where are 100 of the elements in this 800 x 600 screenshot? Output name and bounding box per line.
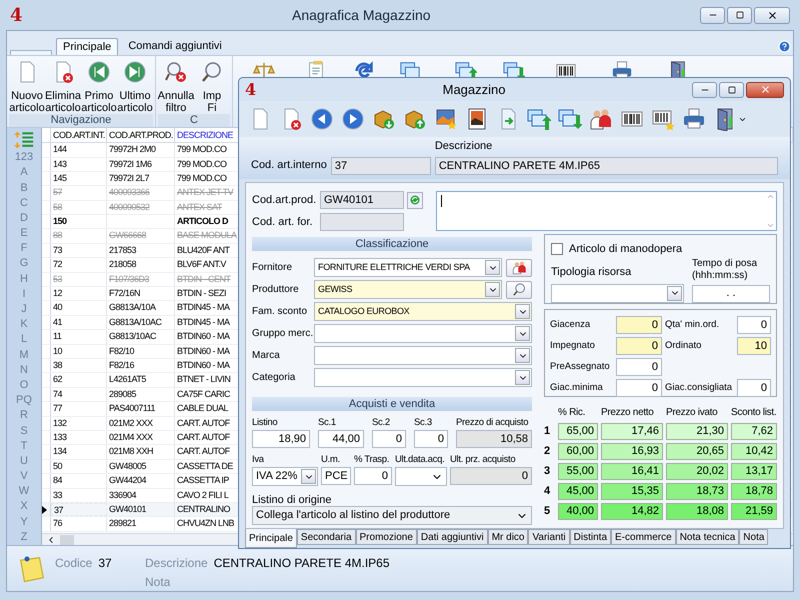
tab[interactable]: Mr dico: [488, 529, 528, 545]
maximize-button[interactable]: [719, 82, 744, 98]
tab[interactable]: E-commerce: [611, 529, 676, 545]
input-field[interactable]: 0: [354, 467, 392, 485]
dropdown-field[interactable]: CATALOGO EUROBOX: [314, 302, 532, 321]
table-cell: 38: [51, 358, 107, 372]
field-label: Categoria: [252, 371, 296, 385]
quantity-field[interactable]: 0: [616, 379, 662, 397]
ribbon-tab[interactable]: Comandi aggiuntivi: [122, 38, 228, 56]
scrollbar-thumb[interactable]: [60, 534, 74, 544]
close-button[interactable]: [754, 6, 790, 24]
tab[interactable]: Secondaria: [296, 529, 356, 545]
input-field[interactable]: PCE: [321, 467, 351, 485]
input-field[interactable]: 0: [372, 430, 406, 448]
tab[interactable]: Varianti: [528, 529, 570, 545]
field-label: Qta' min.ord.: [665, 318, 720, 332]
window-title: Anagrafica Magazzino: [291, 6, 432, 25]
ribbon-button[interactable]: Ultimo articolo: [117, 56, 153, 114]
readonly-field[interactable]: 10,58: [456, 430, 532, 448]
ribbon-button[interactable]: Imp Fi: [194, 56, 230, 114]
price-field[interactable]: 18,73: [666, 483, 728, 500]
price-field[interactable]: 55,00: [558, 463, 598, 480]
table-cell: 37: [51, 502, 107, 516]
price-field[interactable]: 14,82: [601, 503, 663, 520]
search-button[interactable]: [506, 280, 532, 298]
tab[interactable]: Promozione: [356, 529, 417, 545]
description-field[interactable]: CENTRALINO PARETE 4M.IP65: [434, 157, 778, 175]
quantity-field[interactable]: 0: [737, 379, 771, 397]
ribbon-button[interactable]: Annulla filtro: [158, 56, 194, 114]
table-cell: 145: [51, 172, 107, 186]
checkbox[interactable]: [551, 243, 563, 256]
quantity-field[interactable]: 0: [616, 337, 662, 355]
quantity-field[interactable]: 10: [737, 337, 771, 355]
price-field[interactable]: 16,41: [601, 463, 663, 480]
readonly-field[interactable]: 0: [450, 467, 532, 485]
price-field[interactable]: 20,02: [666, 463, 728, 480]
price-field[interactable]: 40,00: [558, 503, 598, 520]
price-field[interactable]: 21,30: [666, 423, 728, 440]
price-field[interactable]: 18,08: [666, 503, 728, 520]
dropdown-field[interactable]: [314, 346, 532, 365]
dropdown-field[interactable]: [314, 368, 532, 387]
close-button[interactable]: [746, 82, 784, 98]
caret-icon: [515, 326, 530, 341]
tab[interactable]: Nota tecnica: [676, 529, 740, 545]
maximize-icon: [736, 11, 744, 19]
quantity-field[interactable]: 0: [616, 358, 662, 376]
tab[interactable]: Distinta: [570, 529, 612, 545]
dropdown-field[interactable]: IVA 22%: [252, 467, 318, 486]
dropdown-field[interactable]: GEWISS: [314, 280, 502, 299]
ribbon-tab[interactable]: Principale: [56, 38, 118, 56]
ribbon-group-label: C: [158, 114, 230, 128]
section-header: Acquisti e vendita: [252, 397, 532, 411]
people-icon: [589, 107, 613, 131]
close-icon: [760, 84, 770, 95]
table-cell: 72: [51, 258, 107, 272]
quantity-field[interactable]: 0: [616, 316, 662, 334]
price-field[interactable]: 15,35: [601, 483, 663, 500]
dropdown-field[interactable]: FORNITURE ELETTRICHE VERDI SPA: [314, 258, 502, 277]
code-field[interactable]: 37: [330, 157, 431, 175]
ribbon-button[interactable]: Nuovo articolo: [9, 56, 45, 114]
tab[interactable]: Dati aggiuntivi: [416, 529, 488, 545]
price-field[interactable]: 16,93: [601, 443, 663, 460]
input-field[interactable]: 18,90: [252, 430, 310, 448]
price-field[interactable]: 18,78: [731, 483, 777, 500]
quantity-field[interactable]: 0: [737, 316, 771, 334]
table-cell: 021M8 XXH: [107, 445, 175, 459]
ribbon-button[interactable]: Primo articolo: [81, 56, 117, 114]
dropdown-field[interactable]: [314, 324, 532, 343]
maximize-icon: [728, 86, 736, 94]
dropdown-field[interactable]: Collega l'articolo al listino del produttore: [252, 506, 532, 525]
dropdown-field[interactable]: [551, 284, 684, 302]
table-cell: GW40101: [107, 502, 175, 516]
price-field[interactable]: 10,42: [731, 443, 777, 460]
price-field[interactable]: 60,00: [558, 443, 598, 460]
code-field[interactable]: GW40101: [320, 191, 404, 209]
input-field[interactable]: 0: [414, 430, 448, 448]
tab[interactable]: Nota: [739, 529, 768, 545]
field-label: PreAssegnato: [550, 360, 611, 374]
price-field[interactable]: 21,59: [731, 503, 777, 520]
ribbon-button[interactable]: Elimina articolo: [45, 56, 81, 114]
time-field[interactable]: . .: [692, 284, 770, 302]
maximize-button[interactable]: [727, 6, 752, 24]
suppliers-button[interactable]: [506, 258, 532, 276]
table-cell: 021M4 XXX: [107, 430, 175, 444]
code-field[interactable]: [320, 213, 404, 231]
price-field[interactable]: 17,46: [601, 423, 663, 440]
app-logo: 4: [10, 4, 23, 28]
price-field[interactable]: 13,17: [731, 463, 777, 480]
price-field[interactable]: 20,65: [666, 443, 728, 460]
refresh-button[interactable]: [407, 192, 423, 208]
help-icon[interactable]: [778, 40, 791, 54]
row-pointer-icon: [42, 506, 47, 514]
input-field[interactable]: 44,00: [318, 430, 364, 448]
price-field[interactable]: 45,00: [558, 483, 598, 500]
table-cell: GW66668: [107, 229, 175, 243]
date-field[interactable]: [395, 467, 447, 486]
table-cell: G8813A/10A: [107, 301, 175, 315]
tab[interactable]: Principale: [245, 529, 297, 548]
price-field[interactable]: 7,62: [731, 423, 777, 440]
price-field[interactable]: 65,00: [558, 423, 598, 440]
